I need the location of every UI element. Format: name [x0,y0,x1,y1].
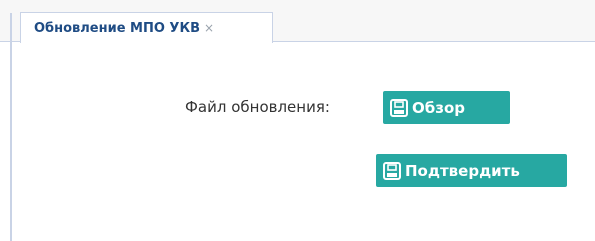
browse-button[interactable]: Обзор [383,91,510,124]
confirm-button-label: Подтвердить [405,161,520,180]
file-row: Файл обновления: Обзор [0,91,595,125]
save-icon [383,161,401,180]
tab-update-firmware[interactable]: Обновление МПО УКВ × [20,12,273,43]
save-icon [390,98,408,117]
file-update-label: Файл обновления: [185,98,330,116]
tab-label: Обновление МПО УКВ [34,20,200,36]
tab-close-icon[interactable]: × [204,21,214,35]
panel-left-border [10,13,12,241]
main-window: Обновление МПО УКВ × Файл обновления: Об… [0,0,595,241]
browse-button-label: Обзор [412,98,465,117]
confirm-button[interactable]: Подтвердить [376,154,567,187]
